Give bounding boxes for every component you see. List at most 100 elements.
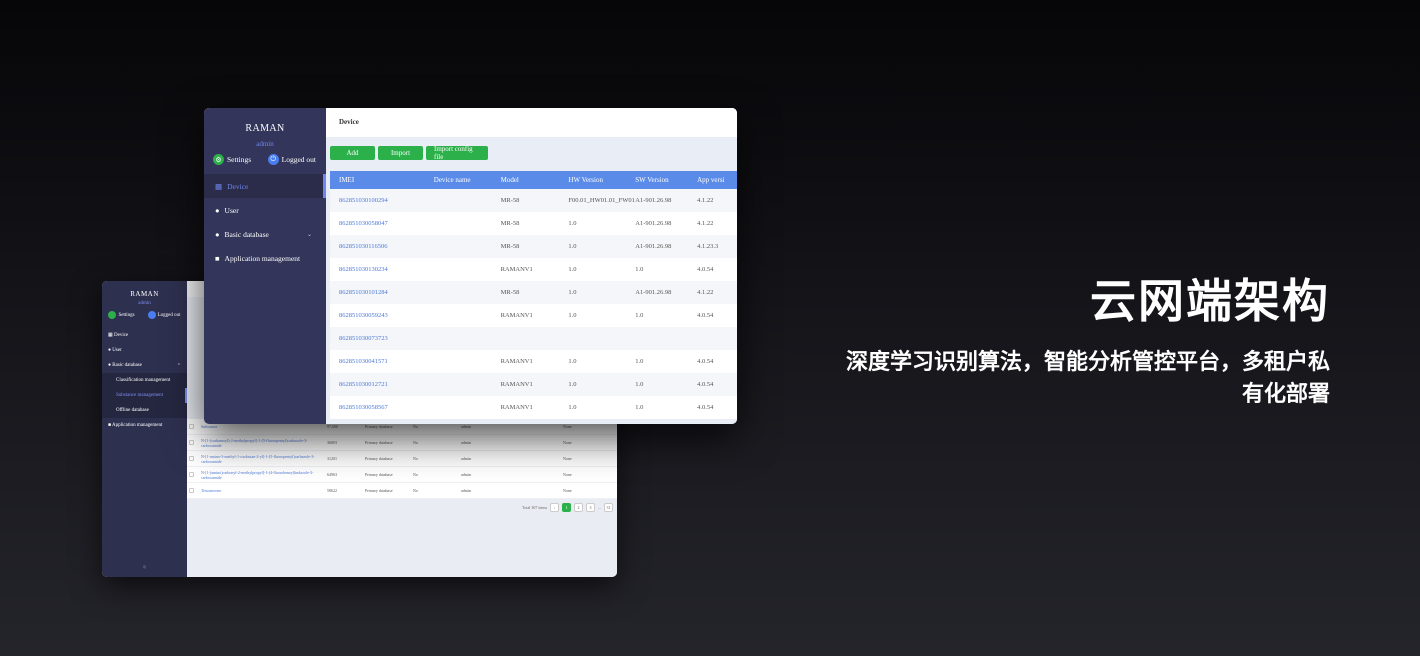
row-hw-version: 1.0	[568, 220, 577, 227]
table-row[interactable]: 862851030073723	[330, 327, 737, 350]
table-body: 862851030100294 MR-58 F00.01_HW01.01_FW0…	[330, 189, 737, 419]
back-nav-offline[interactable]: Offline database	[102, 403, 187, 418]
table-row[interactable]: Testosterone 58622 Primary database No a…	[187, 483, 617, 499]
headline: 云网端架构	[1090, 274, 1330, 328]
main-content: Device Add Import Import config file IME…	[326, 108, 737, 424]
table-row[interactable]: N-[1-(amino)carbonyl-2-methylpropyl]-1-(…	[187, 467, 617, 483]
row-flag: No	[413, 440, 418, 445]
row-imei-link[interactable]: 862851030101284	[330, 289, 434, 296]
app-icon: ■	[215, 253, 220, 263]
row-checkbox[interactable]	[187, 455, 201, 462]
back-nav-basic-database-label: Basic database	[112, 363, 142, 368]
row-imei-link[interactable]: 862851030130234	[330, 266, 434, 273]
row-note: None	[563, 456, 572, 461]
row-imei-link[interactable]: 862851030041571	[330, 358, 434, 365]
row-imei-link[interactable]: 862851030058567	[330, 404, 434, 411]
table-row[interactable]: 862851030130234 RAMANV1 1.0 1.0 4.0.54	[330, 258, 737, 281]
row-sw-version: A1-901.26.98	[635, 289, 672, 296]
row-checkbox[interactable]	[187, 439, 201, 446]
row-number: 31201	[327, 456, 337, 461]
logout-button[interactable]: ⏻ Logged out	[267, 154, 316, 165]
import-button[interactable]: Import	[378, 146, 423, 160]
table-row[interactable]: N-[1-amino-3-methyl-1-oxobutan-2-yl]-1-(…	[187, 451, 617, 467]
table-row[interactable]: 862851030101284 MR-58 1.0 A1-901.26.98 4…	[330, 281, 737, 304]
sidebar-item-user[interactable]: ● User	[204, 198, 326, 222]
pagination: Total 307 items ‹ 1 2 3 ... 31	[522, 503, 613, 512]
table-row[interactable]: 862851030058047 MR-58 1.0 A1-901.26.98 4…	[330, 212, 737, 235]
back-brand: RAMAN	[130, 290, 159, 298]
table-row[interactable]: N-[1-(carbamoyl)-2-methylpropyl]-1-(5-fl…	[187, 435, 617, 451]
logout-label: Logged out	[281, 155, 316, 164]
row-model: MR-58	[500, 220, 520, 227]
back-nav-basic-database[interactable]: ● Basic database ⌃	[102, 358, 187, 373]
sidebar-item-device[interactable]: ▦ Device	[204, 174, 326, 198]
row-name[interactable]: Substance	[201, 424, 327, 429]
row-imei-link[interactable]: 862851030012721	[330, 381, 434, 388]
device-table: IMEI Device name Model HW Version SW Ver…	[330, 171, 737, 419]
account-actions: ⚙ Settings ⏻ Logged out	[204, 154, 326, 165]
sidebar-item-basic-database[interactable]: ● Basic database ⌄	[204, 222, 326, 246]
row-checkbox[interactable]	[187, 471, 201, 478]
row-app-version: 4.1.22	[697, 197, 714, 204]
back-nav-classification[interactable]: Classification management	[102, 373, 187, 388]
table-row[interactable]: 862851030059243 RAMANV1 1.0 1.0 4.0.54	[330, 304, 737, 327]
page-button[interactable]: 3	[586, 503, 595, 512]
sidebar-item-label: Basic database	[224, 229, 269, 239]
column-header-model[interactable]: Model	[501, 176, 569, 184]
row-name[interactable]: N-[1-(amino)carbonyl-2-methylpropyl]-1-(…	[201, 470, 327, 480]
row-owner: admin	[461, 424, 471, 429]
row-hw-version: 1.0	[568, 358, 577, 365]
sidebar-item-application[interactable]: ■ Application management	[204, 246, 326, 270]
back-nav-application-label: Application management	[112, 423, 163, 428]
logout-icon	[147, 311, 156, 319]
column-header-sw-version[interactable]: SW Version	[635, 176, 697, 184]
back-nav-user[interactable]: ● User	[102, 343, 187, 358]
row-owner: admin	[461, 472, 471, 477]
row-sw-version: 1.0	[635, 266, 644, 273]
gear-icon	[108, 311, 117, 319]
column-header-hw-version[interactable]: HW Version	[568, 176, 635, 184]
row-checkbox[interactable]	[187, 423, 201, 430]
import-config-button[interactable]: Import config file	[426, 145, 488, 161]
row-note: None	[563, 488, 572, 493]
row-name[interactable]: Testosterone	[201, 488, 327, 493]
row-imei-link[interactable]: 862851030100294	[330, 197, 434, 204]
row-database: Primary database	[365, 424, 393, 429]
row-model: MR-58	[500, 197, 520, 204]
row-imei-link[interactable]: 862851030073723	[330, 335, 434, 342]
back-logout-button[interactable]: Logged out	[147, 311, 181, 319]
row-imei-link[interactable]: 862851030059243	[330, 312, 434, 319]
table-row[interactable]: 862851030116506 MR-58 1.0 A1-901.26.98 4…	[330, 235, 737, 258]
table-row[interactable]: 862851030041571 RAMANV1 1.0 1.0 4.0.54	[330, 350, 737, 373]
table-row[interactable]: 862851030012721 RAMANV1 1.0 1.0 4.0.54	[330, 373, 737, 396]
row-app-version: 4.0.54	[697, 404, 714, 411]
row-checkbox[interactable]	[187, 487, 201, 494]
subheadline-line-2: 有化部署	[1241, 382, 1330, 407]
column-header-app-version[interactable]: App versi	[697, 176, 737, 184]
add-button[interactable]: Add	[330, 146, 375, 160]
back-settings-button[interactable]: Settings	[108, 311, 135, 319]
back-nav-substance[interactable]: Substance management	[102, 388, 187, 403]
row-hw-version: 1.0	[568, 381, 577, 388]
row-flag: No	[413, 488, 418, 493]
row-imei-link[interactable]: 862851030116506	[330, 243, 434, 250]
back-nav-application[interactable]: ■ Application management	[102, 418, 187, 433]
row-hw-version: 1.0	[568, 266, 577, 273]
chevron-left-icon[interactable]: ‹	[550, 503, 559, 512]
page-button[interactable]: 1	[562, 503, 571, 512]
table-row[interactable]: 862851030100294 MR-58 F00.01_HW01.01_FW0…	[330, 189, 737, 212]
row-name[interactable]: N-[1-amino-3-methyl-1-oxobutan-2-yl]-1-(…	[201, 454, 327, 464]
row-database: Primary database	[365, 488, 393, 493]
column-header-device-name[interactable]: Device name	[434, 176, 501, 184]
sidebar: RAMAN admin ⚙ Settings ⏻ Logged out ▦ De…	[204, 108, 326, 424]
page-button[interactable]: 31	[604, 503, 613, 512]
column-header-imei[interactable]: IMEI	[330, 176, 434, 184]
page-button[interactable]: 2	[574, 503, 583, 512]
settings-button[interactable]: ⚙ Settings	[213, 154, 251, 165]
row-model: RAMANV1	[500, 266, 533, 273]
table-row[interactable]: 862851030058567 RAMANV1 1.0 1.0 4.0.54	[330, 396, 737, 419]
back-nav-device[interactable]: ▦ Device	[102, 327, 187, 343]
row-name[interactable]: N-[1-(carbamoyl)-2-methylpropyl]-1-(5-fl…	[201, 438, 327, 448]
row-hw-version: 1.0	[568, 243, 577, 250]
row-imei-link[interactable]: 862851030058047	[330, 220, 434, 227]
